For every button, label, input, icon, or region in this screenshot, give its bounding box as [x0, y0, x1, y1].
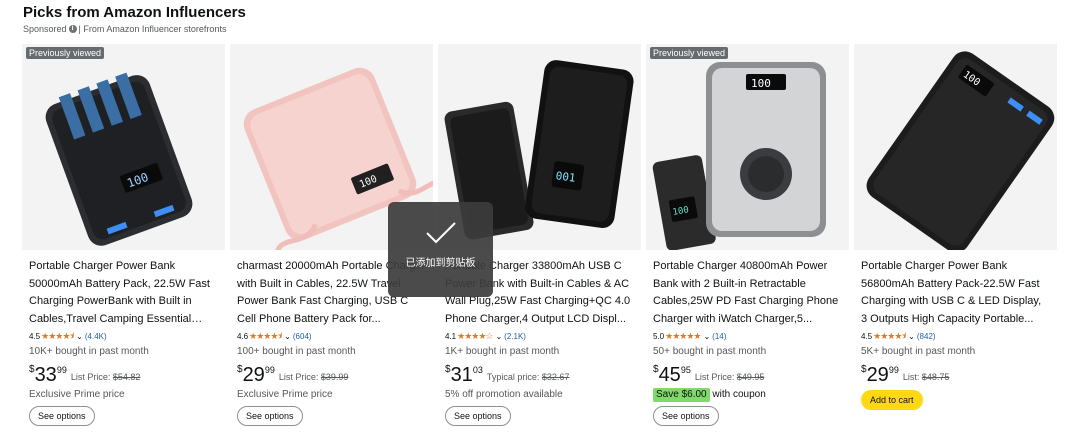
see-options-button[interactable]: See options: [29, 406, 95, 426]
product-card[interactable]: Previously viewed 100 100 Portable Charg…: [646, 44, 849, 436]
star-rating-icon: ★★★★★: [665, 331, 701, 341]
list-price-label: Typical price:: [486, 372, 540, 382]
price-whole: 29: [242, 364, 265, 386]
powerbank-image: 100 100: [652, 62, 826, 250]
price-fraction: 99: [888, 365, 899, 375]
product-image[interactable]: 100: [854, 44, 1057, 250]
list-price-label: List Price:: [70, 372, 111, 382]
svg-text:100: 100: [751, 77, 771, 90]
see-options-button[interactable]: See options: [237, 406, 303, 426]
bought-count: 5K+ bought in past month: [861, 346, 976, 357]
review-count-link[interactable]: (2.1K): [504, 330, 526, 343]
clipboard-toast: 已添加到剪贴板: [388, 202, 493, 297]
list-price-label: List Price:: [278, 372, 319, 382]
save-coupon-badge[interactable]: Save $6.00: [653, 388, 710, 402]
bought-count: 10K+ bought in past month: [29, 346, 149, 357]
product-image[interactable]: Previously viewed 100: [22, 44, 225, 250]
section-header: Picks from Amazon Influencers Sponsored …: [23, 4, 246, 36]
rating-value: 4.6: [237, 332, 249, 341]
toast-text: 已添加到剪贴板: [405, 258, 476, 269]
list-price-value: $48.75: [921, 372, 950, 382]
bought-count: 100+ bought in past month: [237, 346, 356, 357]
list-price-label: List:: [902, 372, 920, 382]
product-image[interactable]: Previously viewed 100 100: [646, 44, 849, 250]
rating-value: 4.5: [29, 332, 41, 341]
rating-row[interactable]: 4.1 ★★★★☆ ⌄ (2.1K): [445, 330, 634, 343]
bought-count: 50+ bought in past month: [653, 346, 767, 357]
price-whole: 33: [34, 364, 57, 386]
info-icon[interactable]: i: [68, 25, 77, 33]
previously-viewed-badge: Previously viewed: [26, 47, 105, 59]
product-carousel: Previously viewed 100 Portable Charger P…: [22, 44, 1062, 436]
sponsored-label: Sponsored: [23, 24, 67, 34]
review-count-link[interactable]: (14): [712, 330, 726, 343]
chevron-down-icon[interactable]: ⌄: [76, 330, 83, 343]
rating-row[interactable]: 4.5 ★★★★⯨ ⌄ (4.4K): [29, 330, 218, 343]
product-card[interactable]: Previously viewed 100 Portable Charger P…: [22, 44, 225, 436]
list-price: List Price: $54.82: [71, 372, 141, 382]
chevron-down-icon[interactable]: ⌄: [284, 330, 291, 343]
price-row: $ 45 95 List Price: $49.95: [653, 364, 842, 386]
price-fraction: 03: [472, 365, 483, 375]
list-price-value: $49.95: [736, 372, 765, 382]
review-count-link[interactable]: (604): [293, 330, 312, 343]
powerbank-image: 100: [866, 51, 1055, 250]
price-fraction: 95: [680, 365, 691, 375]
product-title[interactable]: Portable Charger 40800mAh Power Bank wit…: [653, 258, 842, 328]
price-fraction: 99: [264, 365, 275, 375]
list-price-label: List Price:: [694, 372, 735, 382]
coupon-row: Save $6.00 with coupon: [653, 388, 842, 402]
rating-value: 4.1: [445, 332, 457, 341]
product-title[interactable]: Portable Charger Power Bank 56800mAh Bat…: [861, 258, 1050, 328]
checkmark-icon: [425, 222, 456, 244]
list-price: List: $48.75: [903, 372, 950, 382]
rating-value: 4.5: [861, 332, 873, 341]
rating-row[interactable]: 4.5 ★★★★⯨ ⌄ (842): [861, 330, 1050, 343]
powerbank-image: 100: [45, 72, 193, 246]
review-count-link[interactable]: (842): [917, 330, 936, 343]
rating-row[interactable]: 4.6 ★★★★⯨ ⌄ (604): [237, 330, 426, 343]
product-card[interactable]: 100 Portable Charger Power Bank 56800mAh…: [854, 44, 1057, 436]
svg-text:001: 001: [555, 169, 576, 185]
source-label: | From Amazon Influencer storefronts: [78, 24, 227, 34]
sponsored-line: Sponsored i | From Amazon Influencer sto…: [23, 22, 246, 36]
price-row: $ 33 99 List Price: $54.82: [29, 364, 218, 386]
prime-price-note: Exclusive Prime price: [29, 389, 125, 400]
price-fraction: 99: [56, 365, 67, 375]
add-to-cart-button[interactable]: Add to cart: [861, 390, 923, 410]
chevron-down-icon[interactable]: ⌄: [703, 330, 710, 343]
see-options-button[interactable]: See options: [445, 406, 511, 426]
previously-viewed-badge: Previously viewed: [650, 47, 729, 59]
star-rating-icon: ★★★★☆: [457, 331, 493, 341]
star-rating-icon: ★★★★⯨: [249, 331, 282, 341]
bought-count: 1K+ bought in past month: [445, 346, 560, 357]
list-price-value: $54.82: [112, 372, 141, 382]
star-rating-icon: ★★★★⯨: [873, 331, 906, 341]
price-whole: 45: [658, 364, 681, 386]
coupon-label: with coupon: [712, 389, 766, 400]
see-options-button[interactable]: See options: [653, 406, 719, 426]
list-price-value: $39.99: [320, 372, 349, 382]
list-price: List Price: $39.99: [279, 372, 349, 382]
price-row: $ 29 99 List Price: $39.99: [237, 364, 426, 386]
list-price: Typical price: $32.67: [487, 372, 570, 382]
product-title[interactable]: Portable Charger Power Bank 50000mAh Bat…: [29, 258, 218, 328]
review-count-link[interactable]: (4.4K): [85, 330, 107, 343]
price-row: $ 31 03 Typical price: $32.67: [445, 364, 634, 386]
chevron-down-icon[interactable]: ⌄: [908, 330, 915, 343]
rating-row[interactable]: 5.0 ★★★★★ ⌄ (14): [653, 330, 842, 343]
section-title: Picks from Amazon Influencers: [23, 4, 246, 21]
list-price: List Price: $49.95: [695, 372, 765, 382]
list-price-value: $32.67: [541, 372, 570, 382]
promotion-note: 5% off promotion available: [445, 389, 563, 400]
price-whole: 29: [866, 364, 889, 386]
chevron-down-icon[interactable]: ⌄: [495, 330, 502, 343]
rating-value: 5.0: [653, 332, 665, 341]
prime-price-note: Exclusive Prime price: [237, 389, 333, 400]
star-rating-icon: ★★★★⯨: [41, 331, 74, 341]
price-row: $ 29 99 List: $48.75: [861, 364, 1050, 386]
price-whole: 31: [450, 364, 473, 386]
